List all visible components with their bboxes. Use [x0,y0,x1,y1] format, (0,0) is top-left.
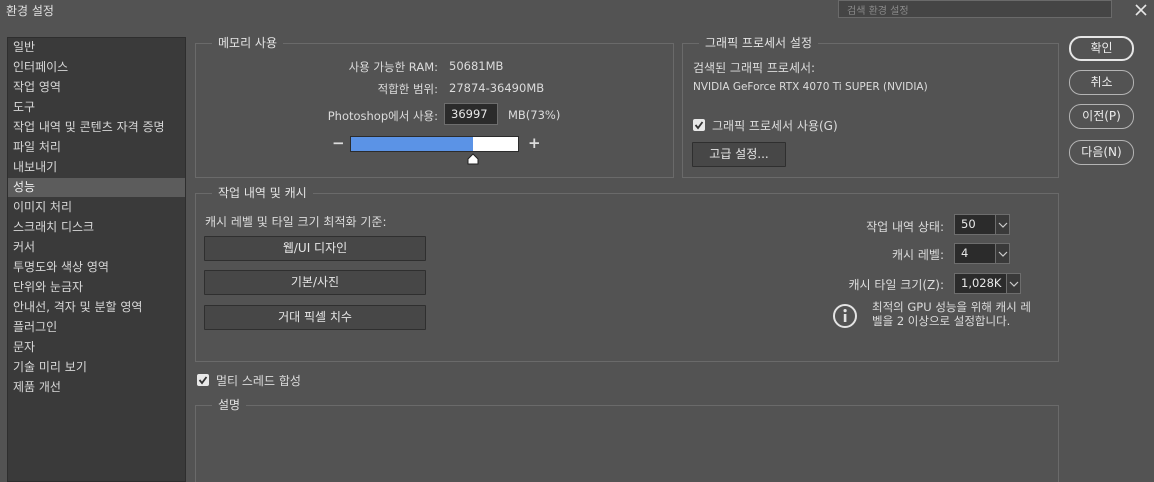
info-icon [832,303,858,329]
description-legend: 설명 [212,396,247,414]
history-states-select[interactable]: 50 [954,214,1010,235]
sidebar-item-plugins[interactable]: 플러그인 [8,318,185,337]
close-button[interactable] [1131,0,1151,20]
close-icon [1135,4,1147,16]
web-ui-design-button[interactable]: 웹/UI 디자인 [204,236,426,261]
ideal-range-value: 27874-36490MB [449,81,545,95]
chevron-down-icon [995,215,1009,234]
sidebar: 일반 인터페이스 작업 영역 도구 작업 내역 및 콘텐츠 자격 증명 파일 처… [7,37,186,482]
minus-icon[interactable]: − [332,134,345,152]
available-ram-value: 50681MB [449,59,504,73]
photoshop-usage-label: Photoshop에서 사용: [327,109,438,123]
history-cache-legend: 작업 내역 및 캐시 [212,184,313,202]
cache-tile-size-value: 1,028K [961,276,1002,290]
ok-button[interactable]: 확인 [1069,36,1134,61]
cache-tile-size-select[interactable]: 1,028K [954,273,1021,294]
optimize-cache-label: 캐시 레벨 및 타일 크기 최적화 기준: [205,215,387,229]
sidebar-item-product-improvement[interactable]: 제품 개선 [8,378,185,397]
sidebar-item-image-processing[interactable]: 이미지 처리 [8,198,185,217]
sidebar-item-scratch-disks[interactable]: 스크래치 디스크 [8,218,185,237]
multithread-checkbox[interactable] [197,374,209,386]
use-gpu-checkbox[interactable] [693,119,705,131]
sidebar-item-type[interactable]: 문자 [8,338,185,357]
sidebar-item-workspace[interactable]: 작업 영역 [8,78,185,97]
gpu-settings-legend: 그래픽 프로세서 설정 [699,34,818,52]
advanced-settings-button[interactable]: 고급 설정... [692,142,786,167]
sidebar-item-file-handling[interactable]: 파일 처리 [8,138,185,157]
cache-levels-value: 4 [961,246,969,260]
sidebar-item-export[interactable]: 내보내기 [8,158,185,177]
sidebar-item-cursors[interactable]: 커서 [8,238,185,257]
memory-usage-legend: 메모리 사용 [212,34,284,52]
sidebar-item-performance[interactable]: 성능 [8,178,185,197]
gpu-name: NVIDIA GeForce RTX 4070 Ti SUPER (NVIDIA… [693,81,928,93]
default-photos-button[interactable]: 기본/사진 [204,270,426,295]
memory-usage-unit: MB(73%) [508,108,561,122]
use-gpu-label: 그래픽 프로세서 사용(G) [712,119,838,133]
ideal-range-label: 적합한 범위: [377,82,438,96]
memory-slider-fill [351,137,473,151]
gpu-info-line-2: 벨을 2 이상으로 설정합니다. [872,314,1011,328]
detected-gpu-label: 검색된 그래픽 프로세서: [693,61,816,75]
available-ram-label: 사용 가능한 RAM: [348,60,438,74]
checkbox-check-icon [694,121,704,130]
sidebar-item-units-rulers[interactable]: 단위와 눈금자 [8,278,185,297]
checkbox-check-icon [198,376,208,385]
chevron-down-icon [995,244,1009,263]
plus-icon[interactable]: + [528,134,541,152]
next-button[interactable]: 다음(N) [1069,140,1134,165]
sidebar-item-general[interactable]: 일반 [8,38,185,57]
huge-pixel-dimensions-button[interactable]: 거대 픽셀 치수 [204,305,426,330]
window-title: 환경 설정 [6,4,54,18]
history-states-value: 50 [961,217,976,231]
description-group: 설명 [195,396,1059,482]
cache-levels-label: 캐시 레벨: [891,248,944,262]
sidebar-item-history-credentials[interactable]: 작업 내역 및 콘텐츠 자격 증명 [8,118,185,137]
cancel-button[interactable]: 취소 [1069,70,1134,95]
sidebar-item-technology-previews[interactable]: 기술 미리 보기 [8,358,185,377]
slider-handle-icon[interactable] [467,153,479,165]
chevron-down-icon [1006,274,1020,293]
history-states-label: 작업 내역 상태: [866,220,944,234]
cache-tile-size-label: 캐시 타일 크기(Z): [848,278,945,292]
search-input[interactable]: 검색 환경 설정 [838,0,1112,18]
memory-slider-track[interactable] [350,136,519,152]
sidebar-item-tools[interactable]: 도구 [8,98,185,117]
sidebar-item-interface[interactable]: 인터페이스 [8,58,185,77]
previous-button[interactable]: 이전(P) [1069,104,1134,129]
multithread-label: 멀티 스레드 합성 [216,374,301,388]
memory-usage-input[interactable]: 36997 [444,103,498,125]
sidebar-item-transparency-gamut[interactable]: 투명도와 색상 영역 [8,258,185,277]
cache-levels-select[interactable]: 4 [954,243,1010,264]
sidebar-item-guides-grid-slices[interactable]: 안내선, 격자 및 분할 영역 [8,298,185,317]
